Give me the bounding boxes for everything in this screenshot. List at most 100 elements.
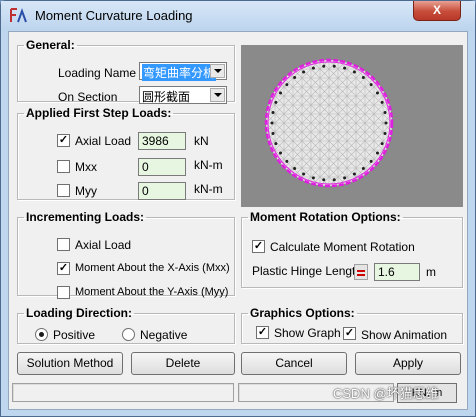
rebar-dot	[279, 151, 283, 155]
rebar-dot	[271, 111, 275, 115]
rebar-dot	[332, 178, 336, 182]
window-title: Moment Curvature Loading	[35, 8, 193, 23]
myy-checkbox[interactable]	[57, 184, 70, 197]
loading-direction-legend: Loading Direction:	[26, 306, 132, 320]
rebar-dot	[311, 66, 315, 70]
show-graph-checkbox[interactable]: ✓	[256, 326, 269, 339]
mesh-line	[410, 60, 463, 186]
rebar-dot	[352, 70, 356, 74]
watermark: CSDN @坏猫思维	[333, 386, 439, 401]
app-icon	[10, 8, 27, 23]
chevron-down-icon[interactable]	[210, 64, 225, 78]
graphics-options-group: Graphics Options: ✓ Show Graph ✓ Show An…	[241, 306, 463, 344]
delete-button[interactable]: Delete	[131, 352, 235, 375]
moment-rotation-legend: Moment Rotation Options:	[250, 210, 401, 224]
positive-radio[interactable]	[35, 328, 48, 341]
rebar-dot	[352, 172, 356, 176]
positive-label: Positive	[53, 328, 96, 342]
calc-moment-rotation-label: Calculate Moment Rotation	[270, 240, 415, 254]
rebar-dot	[380, 100, 384, 104]
general-group: General: Loading Name 弯矩曲率分析 On Section …	[17, 38, 235, 104]
inc-axial-checkbox[interactable]	[57, 238, 70, 251]
close-button[interactable]: X	[413, 1, 461, 21]
rebar-dot	[361, 166, 365, 170]
myy-label: Myy	[75, 184, 97, 198]
rebar-dot	[383, 111, 387, 115]
mesh-line	[401, 60, 463, 186]
rebar-dot	[285, 159, 289, 163]
inc-mxx-label: Moment About the X-Axis (Mxx)	[75, 262, 230, 274]
rebar-dot	[375, 151, 379, 155]
rebar-dot	[343, 176, 347, 180]
loading-name-combo[interactable]: 弯矩曲率分析	[139, 62, 227, 81]
moment-rotation-group: Moment Rotation Options: ✓ Calculate Mom…	[241, 210, 463, 288]
mesh-line	[382, 60, 392, 186]
inc-mxx-checkbox[interactable]: ✓	[57, 262, 70, 275]
rebar-dot	[369, 83, 373, 87]
equals-icon[interactable]	[354, 264, 368, 280]
mesh-line	[266, 60, 267, 186]
rebar-dot	[293, 166, 297, 170]
graphics-legend: Graphics Options:	[250, 306, 355, 320]
dialog-client: General: Loading Name 弯矩曲率分析 On Section …	[8, 31, 468, 410]
mesh-line	[266, 60, 267, 186]
apply-button[interactable]: Apply	[355, 352, 461, 375]
rebar-dot	[279, 91, 283, 95]
hinge-length-unit: m	[426, 265, 436, 279]
hinge-length-input[interactable]: 1.6	[374, 263, 420, 281]
close-icon: X	[432, 3, 441, 17]
mesh-line	[401, 60, 463, 186]
inc-myy-label: Moment About the Y-Axis (Myy)	[75, 286, 229, 298]
negative-radio[interactable]	[122, 328, 135, 341]
rebar-dot	[369, 159, 373, 163]
rebar-dot	[322, 178, 326, 182]
axial-load-input[interactable]: 3986	[138, 132, 186, 150]
myy-input[interactable]: 0	[138, 182, 186, 200]
rebar-dot	[322, 64, 326, 68]
mxx-label: Mxx	[75, 160, 97, 174]
rebar-dot	[285, 83, 289, 87]
section-drawing	[241, 58, 463, 188]
hinge-length-label: Plastic Hinge Length	[252, 264, 363, 278]
chevron-down-icon[interactable]	[210, 88, 225, 102]
on-section-label: On Section	[58, 90, 118, 104]
rebar-dot	[343, 66, 347, 70]
rebar-dot	[380, 142, 384, 146]
first-step-loads-group: Applied First Step Loads: ✓ Axial Load 3…	[17, 106, 235, 200]
incrementing-loads-group: Incrementing Loads: Axial Load ✓ Moment …	[17, 210, 235, 299]
negative-label: Negative	[140, 328, 188, 342]
rebar-dot	[383, 131, 387, 135]
solution-method-button[interactable]: Solution Method	[17, 352, 123, 375]
mesh-line	[241, 60, 257, 186]
incrementing-legend: Incrementing Loads:	[26, 210, 145, 224]
first-step-legend: Applied First Step Loads:	[26, 106, 172, 120]
dialog-window: Moment Curvature Loading X General: Load…	[0, 0, 476, 417]
status-cell-left	[12, 383, 234, 402]
calc-moment-rotation-checkbox[interactable]: ✓	[252, 240, 265, 253]
title-bar[interactable]: Moment Curvature Loading X	[1, 1, 475, 31]
mesh-line	[382, 60, 392, 186]
rebar-dot	[302, 70, 306, 74]
rebar-dot	[384, 121, 388, 125]
axial-load-unit: kN	[194, 134, 209, 148]
show-animation-checkbox[interactable]: ✓	[343, 327, 356, 340]
rebar-dot	[293, 76, 297, 80]
show-animation-label: Show Animation	[361, 328, 448, 342]
rebar-dot	[274, 100, 278, 104]
on-section-combo[interactable]: 圆形截面	[139, 86, 227, 104]
inc-axial-label: Axial Load	[75, 238, 132, 252]
show-graph-label: Show Graph	[274, 326, 341, 340]
cancel-button[interactable]: Cancel	[241, 352, 347, 375]
mesh-line	[410, 60, 463, 186]
mxx-input[interactable]: 0	[138, 158, 186, 176]
axial-load-checkbox[interactable]: ✓	[57, 134, 70, 147]
rebar-dot	[311, 176, 315, 180]
rebar-dot	[375, 91, 379, 95]
loading-direction-group: Loading Direction: Positive Negative	[17, 306, 235, 344]
inc-myy-checkbox[interactable]	[57, 286, 70, 299]
rebar-dot	[332, 64, 336, 68]
section-preview[interactable]	[241, 45, 463, 207]
mxx-checkbox[interactable]	[57, 160, 70, 173]
loading-name-label: Loading Name	[58, 66, 137, 80]
general-legend: General:	[26, 38, 75, 52]
